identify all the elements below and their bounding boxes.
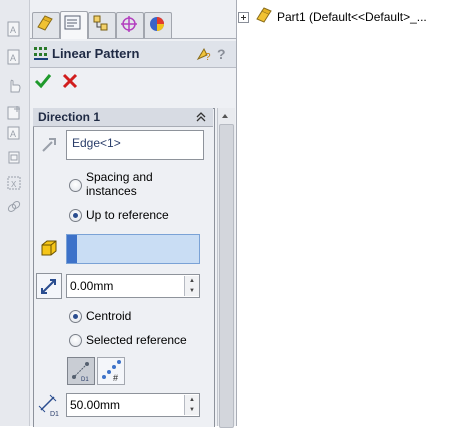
svg-text:A: A bbox=[10, 25, 16, 35]
radio-selected-dot bbox=[73, 213, 78, 218]
property-manager-icon bbox=[64, 15, 81, 30]
ok-check-icon[interactable] bbox=[34, 73, 52, 89]
note-add-icon[interactable]: A bbox=[5, 48, 23, 66]
part-icon bbox=[256, 7, 272, 23]
svg-text:?: ? bbox=[217, 46, 226, 62]
cancel-x-icon[interactable] bbox=[62, 73, 78, 89]
spacing-dimension-icon: D1 bbox=[72, 362, 89, 383]
configuration-icon bbox=[93, 15, 108, 31]
radio-spacing-instances[interactable] bbox=[69, 179, 82, 192]
radio-selected-reference-label: Selected reference bbox=[86, 333, 187, 347]
radio-up-to-reference[interactable] bbox=[69, 209, 82, 222]
tab-property-manager[interactable] bbox=[60, 11, 88, 39]
detailed-preview-icon[interactable]: ? bbox=[195, 46, 213, 62]
offset-spinner[interactable]: ▲ ▼ bbox=[184, 276, 199, 296]
chain-link-icon[interactable] bbox=[5, 198, 23, 216]
tab-configuration-manager[interactable] bbox=[88, 12, 116, 38]
left-command-strip: A A A X bbox=[0, 0, 30, 426]
datum-icon[interactable] bbox=[5, 148, 23, 166]
scrollbar-thumb[interactable] bbox=[219, 124, 234, 428]
manager-tabs bbox=[30, 8, 236, 39]
help-icon[interactable]: ? bbox=[215, 45, 229, 62]
direction-edge-field[interactable]: Edge<1> bbox=[66, 130, 204, 160]
spin-down-icon[interactable]: ▼ bbox=[185, 405, 199, 415]
svg-text:D1: D1 bbox=[50, 411, 59, 418]
spacing-distance-icon: D1 bbox=[38, 394, 59, 418]
weld-symbol-icon[interactable]: A bbox=[5, 124, 23, 142]
part-root-label[interactable]: Part1 (Default<<Default>_... bbox=[277, 10, 427, 24]
svg-text:?: ? bbox=[205, 52, 211, 62]
reference-geometry-cube-icon bbox=[41, 240, 57, 256]
note-icon[interactable]: A bbox=[5, 20, 23, 38]
offset-arrow-icon bbox=[41, 279, 56, 294]
ok-cancel-row bbox=[30, 67, 236, 95]
radio-spacing-instances-label-line1: Spacing and bbox=[86, 170, 153, 184]
instances-mode-button[interactable]: # bbox=[97, 357, 125, 385]
radio-selected-reference[interactable] bbox=[69, 334, 82, 347]
spacing-distance-value: 50.00mm bbox=[70, 398, 121, 412]
direction-reference-icon bbox=[42, 138, 56, 152]
direction-edge-value: Edge<1> bbox=[72, 136, 121, 150]
radio-centroid-label: Centroid bbox=[86, 309, 132, 323]
expand-tree-button[interactable] bbox=[238, 12, 249, 23]
tab-feature-manager[interactable] bbox=[32, 12, 60, 38]
direction-title: Direction 1 bbox=[38, 110, 101, 124]
radio-up-to-reference-label: Up to reference bbox=[86, 208, 169, 222]
linear-pattern-icon bbox=[34, 47, 48, 60]
reference-field-accent bbox=[67, 235, 77, 263]
radio-centroid[interactable] bbox=[69, 310, 82, 323]
collapse-chevron-icon[interactable] bbox=[195, 111, 207, 123]
tab-dimxpert-manager[interactable] bbox=[116, 12, 144, 38]
display-manager-icon bbox=[150, 17, 164, 31]
radio-spacing-instances-label-line2: instances bbox=[86, 184, 137, 198]
add-annotation-icon[interactable] bbox=[5, 104, 23, 122]
feature-tree-icon bbox=[37, 15, 53, 31]
spacing-spinner[interactable]: ▲ ▼ bbox=[184, 395, 199, 415]
svg-text:A: A bbox=[10, 129, 16, 139]
reverse-offset-button[interactable] bbox=[36, 273, 62, 299]
reference-geometry-field[interactable] bbox=[66, 234, 200, 264]
svg-text:D1: D1 bbox=[81, 377, 89, 383]
panel-title: Linear Pattern bbox=[52, 46, 140, 61]
radio-selected-dot bbox=[73, 314, 78, 319]
svg-text:A: A bbox=[10, 53, 16, 63]
tab-display-manager[interactable] bbox=[144, 12, 172, 38]
offset-distance-input[interactable]: 0.00mm ▲ ▼ bbox=[66, 274, 200, 298]
spacing-mode-button[interactable]: D1 bbox=[67, 357, 95, 385]
spacing-distance-input[interactable]: 50.00mm ▲ ▼ bbox=[66, 393, 200, 417]
offset-distance-value: 0.00mm bbox=[70, 279, 114, 293]
spin-up-icon[interactable]: ▲ bbox=[185, 276, 199, 286]
spin-up-icon[interactable]: ▲ bbox=[185, 395, 199, 405]
hand-select-icon[interactable] bbox=[5, 76, 23, 94]
svg-text:X: X bbox=[11, 180, 17, 189]
svg-text:#: # bbox=[113, 373, 118, 383]
instances-count-icon: # bbox=[102, 360, 121, 383]
scroll-up-arrow-icon[interactable] bbox=[220, 111, 230, 121]
frame-icon[interactable]: X bbox=[5, 174, 23, 192]
spin-down-icon[interactable]: ▼ bbox=[185, 286, 199, 296]
dimxpert-icon bbox=[121, 16, 137, 32]
